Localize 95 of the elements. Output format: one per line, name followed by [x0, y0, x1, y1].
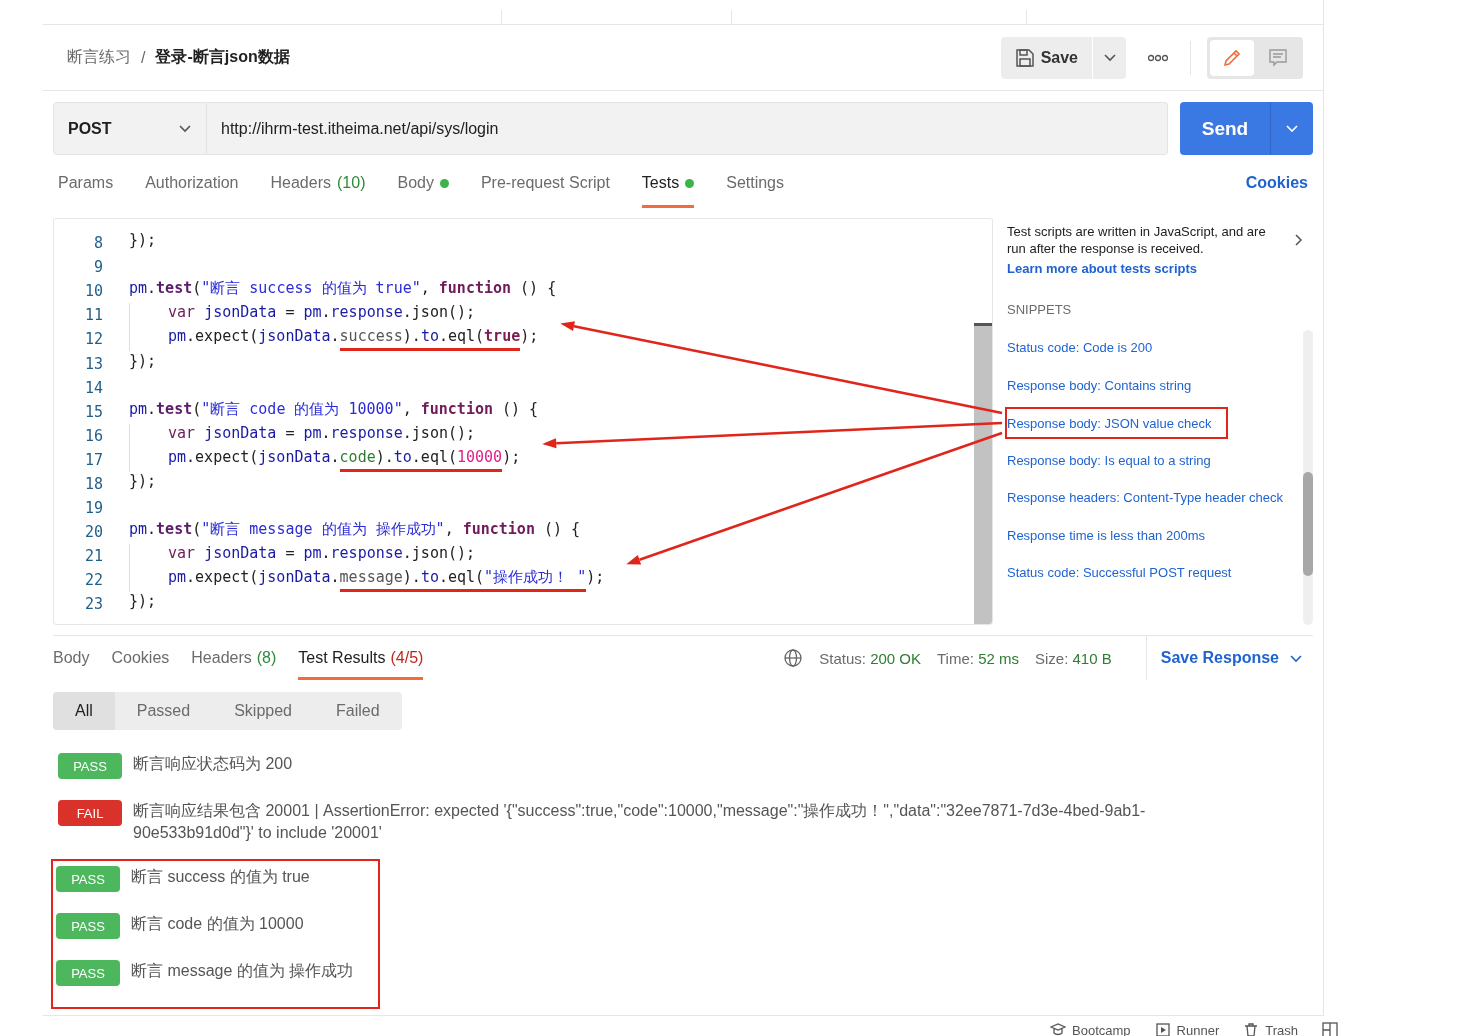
filter-tab[interactable]: All: [53, 692, 115, 730]
snippet-link[interactable]: Response headers: Content-Type header check: [1005, 479, 1300, 517]
result-text: 断言 message 的值为 操作成功: [131, 961, 354, 981]
pencil-icon: [1222, 47, 1242, 68]
globe-icon[interactable]: [783, 648, 804, 668]
result-badge: PASS: [56, 960, 120, 986]
line-number: 13: [83, 354, 103, 373]
learn-more-link[interactable]: Learn more about tests scripts: [1007, 261, 1197, 276]
method-dropdown[interactable]: POST: [53, 102, 207, 155]
line-number: 19: [83, 499, 103, 518]
result-badge: FAIL: [58, 800, 122, 826]
caret-icon: [1102, 51, 1117, 64]
line-number: 17: [83, 450, 103, 469]
edit-toggle[interactable]: [1210, 39, 1254, 76]
filter-tab[interactable]: Skipped: [212, 692, 314, 730]
snippet-link[interactable]: Response body: Is equal to a string: [1005, 441, 1227, 479]
response-tab[interactable]: Body: [53, 636, 90, 680]
breadcrumb-separator: /: [141, 48, 146, 67]
line-number: 20: [83, 523, 103, 542]
request-tab[interactable]: Pre-request Script: [480, 158, 610, 208]
code-line: });: [129, 231, 157, 252]
result-text: 断言响应状态码为 200: [133, 754, 293, 774]
result-badge: PASS: [56, 913, 120, 939]
code-line: var jsonData = pm.response.json();: [129, 303, 476, 328]
code-line: });: [129, 592, 157, 613]
layout-icon[interactable]: [1322, 1022, 1338, 1036]
response-stat: Time: 52 ms: [937, 649, 1019, 667]
result-badge: PASS: [58, 753, 122, 779]
line-number: 8: [92, 234, 103, 253]
snippet-link[interactable]: Response body: JSON value check: [1005, 407, 1228, 439]
code-line: var jsonData = pm.response.json();: [129, 544, 476, 569]
result-badge: PASS: [56, 866, 120, 892]
chevron-right-icon[interactable]: [1293, 233, 1303, 247]
snippet-link[interactable]: Status code: Code is 200: [1005, 329, 1169, 367]
code-line: });: [129, 351, 157, 372]
graduation-cap-icon: [1050, 1022, 1067, 1036]
filter-tab[interactable]: Failed: [314, 692, 402, 730]
snippet-link[interactable]: Response body: Contains string: [1005, 366, 1208, 404]
scrollbar[interactable]: [974, 323, 992, 624]
snippet-link[interactable]: Response time is less than 200ms: [1005, 516, 1221, 554]
result-text: 断言 code 的值为 10000: [131, 914, 304, 934]
code-line: pm.test("断言 success 的值为 true", function () {: [129, 279, 557, 300]
response-tab[interactable]: Headers (8): [191, 636, 277, 680]
trash-icon: [1243, 1022, 1260, 1036]
code-line: pm.test("断言 code 的值为 10000", function () {: [129, 399, 539, 420]
section-heading: SNIPPETS: [1007, 302, 1073, 317]
snippet-link[interactable]: Status code: Successful POST request: [1005, 554, 1248, 592]
line-number: 23: [83, 595, 103, 614]
save-response-button[interactable]: Save Response: [1145, 636, 1303, 680]
save-dropdown-button[interactable]: [1093, 36, 1126, 79]
response-stat: Size: 410 B: [1035, 649, 1112, 667]
description-text: Test scripts are written in JavaScript, and are run after the response is received.: [1007, 223, 1267, 257]
line-number: 14: [83, 378, 103, 397]
request-tab[interactable]: Settings: [726, 158, 784, 208]
code-line: pm.expect(jsonData.code).to.eql(10000);: [129, 447, 521, 472]
footer-button[interactable]: Trash: [1243, 1022, 1298, 1036]
line-number: 21: [83, 547, 103, 566]
result-text: 断言响应结果包含 20001 | AssertionError: expected '{"success":true,"code":10000,"message":"操作成功！","data":"32ee7871-7d3e-4bed-9ab1-90e533b91d0d"}' to include '20001': [133, 801, 1147, 843]
url-field[interactable]: http://ihrm-test.itheima.net/api/sys/login: [207, 102, 1168, 155]
code-line: pm.test("断言 message 的值为 操作成功", function () {: [129, 520, 581, 541]
more-icon: [1148, 53, 1168, 62]
response-tab[interactable]: Cookies: [111, 636, 170, 680]
line-number: 22: [83, 571, 103, 590]
line-number: 12: [83, 330, 103, 349]
request-tab[interactable]: Tests: [641, 158, 695, 208]
request-tab[interactable]: Authorization: [145, 158, 239, 208]
footer-button[interactable]: Runner: [1154, 1022, 1220, 1036]
caret-icon: [178, 122, 192, 135]
response-tab[interactable]: Test Results (4/5): [298, 636, 424, 680]
result-text: 断言 success 的值为 true: [131, 867, 310, 887]
request-tab[interactable]: Params: [58, 158, 114, 208]
save-button[interactable]: Save: [1000, 36, 1092, 79]
send-button[interactable]: Send: [1180, 102, 1270, 155]
request-title: 登录-断言json数据: [155, 47, 290, 67]
caret-icon: [1285, 122, 1299, 135]
line-number: 15: [83, 402, 103, 421]
response-stat: Status: 200 OK: [819, 649, 921, 667]
breadcrumb-link[interactable]: 断言练习: [67, 47, 131, 68]
line-number: 11: [83, 306, 103, 325]
line-number: 18: [83, 475, 103, 493]
code-line: pm.expect(jsonData.success).to.eql(true);: [129, 327, 539, 352]
scrollbar-thumb[interactable]: [1303, 472, 1313, 576]
play-icon: [1154, 1022, 1171, 1036]
code-line: pm.expect(jsonData.message).to.eql("操作成功！ ");: [129, 568, 605, 593]
request-tab[interactable]: Body: [397, 158, 449, 208]
code-line: });: [129, 472, 157, 492]
code-line: var jsonData = pm.response.json();: [129, 423, 476, 448]
line-number: 10: [83, 282, 103, 301]
comment-icon: [1268, 47, 1288, 68]
line-number: 9: [92, 258, 103, 277]
request-tab[interactable]: Headers (10): [270, 158, 366, 208]
filter-tab[interactable]: Passed: [114, 692, 213, 730]
line-number: 16: [83, 426, 103, 445]
send-dropdown-button[interactable]: [1270, 102, 1313, 155]
cookies-link[interactable]: Cookies: [1245, 158, 1308, 208]
